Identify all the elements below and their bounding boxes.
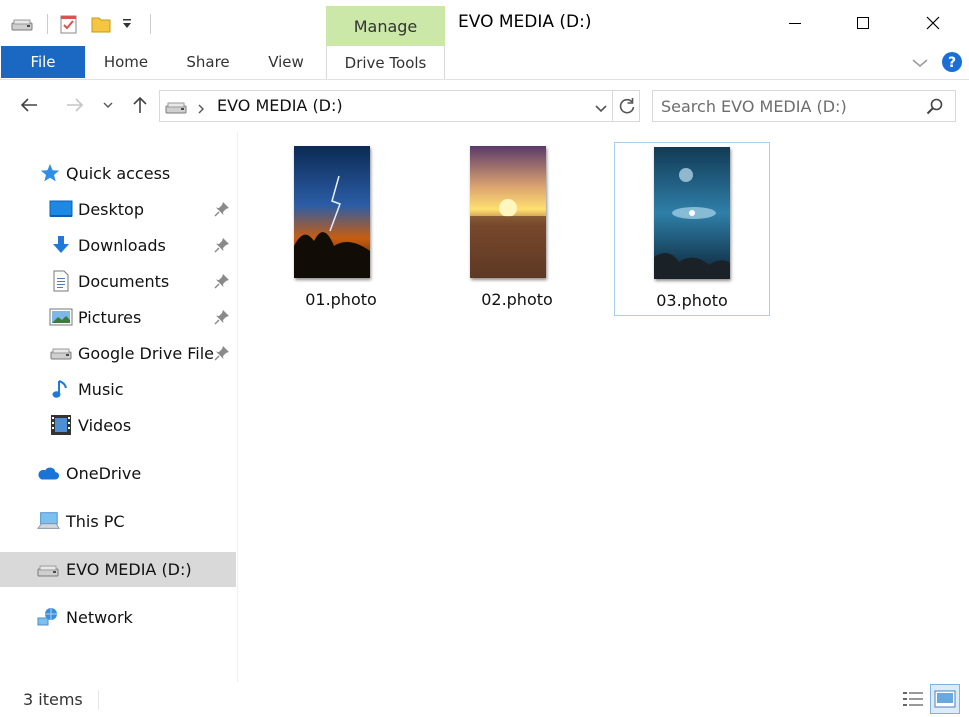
- nav-item-downloads[interactable]: Downloads: [0, 228, 236, 262]
- pin-icon[interactable]: [214, 201, 230, 217]
- nav-quick-access[interactable]: Quick access: [0, 156, 236, 190]
- videos-icon: [49, 413, 73, 437]
- maximize-button[interactable]: [838, 4, 888, 42]
- nav-label: Documents: [78, 271, 170, 291]
- drive-icon: [36, 558, 60, 582]
- nav-item-videos[interactable]: Videos: [0, 408, 236, 442]
- file-name: 03.photo: [656, 291, 728, 310]
- nav-label: Downloads: [78, 235, 166, 255]
- drive-icon[interactable]: [10, 10, 34, 38]
- pictures-icon: [49, 305, 73, 329]
- help-icon[interactable]: ?: [940, 50, 964, 74]
- photo-thumbnail: [470, 146, 546, 278]
- star-icon: [38, 161, 62, 185]
- separator: [98, 690, 99, 710]
- separator: [612, 90, 613, 122]
- downloads-icon: [49, 233, 73, 257]
- nav-item-documents[interactable]: Documents: [0, 264, 236, 298]
- item-count: 3 items: [23, 690, 83, 709]
- file-item[interactable]: 01.photo: [263, 142, 419, 316]
- search-input[interactable]: [661, 95, 911, 117]
- address-bar[interactable]: EVO MEDIA (D:): [159, 90, 640, 122]
- nav-label: Quick access: [66, 163, 171, 183]
- tab-drive-tools[interactable]: Drive Tools: [326, 46, 445, 79]
- file-item[interactable]: 02.photo: [439, 142, 595, 316]
- properties-icon[interactable]: [58, 10, 80, 38]
- nav-item-google-drive[interactable]: Google Drive File: [0, 336, 236, 370]
- window-title: EVO MEDIA (D:): [458, 12, 592, 32]
- file-name: 01.photo: [305, 290, 377, 309]
- customize-toolbar-icon[interactable]: [120, 10, 134, 38]
- drive-icon: [49, 341, 73, 365]
- search-box: [652, 90, 956, 122]
- nav-label: This PC: [66, 511, 125, 531]
- up-button[interactable]: [125, 90, 155, 120]
- nav-label: Pictures: [78, 307, 142, 327]
- title-bar: Manage EVO MEDIA (D:): [0, 0, 969, 46]
- chevron-down-icon[interactable]: [594, 100, 608, 119]
- nav-network[interactable]: Network: [0, 600, 236, 634]
- file-item-selected[interactable]: 03.photo: [614, 142, 770, 316]
- new-folder-icon[interactable]: [90, 10, 112, 38]
- network-icon: [36, 605, 60, 629]
- back-button[interactable]: [14, 90, 44, 120]
- close-button[interactable]: [908, 4, 958, 42]
- nav-label: Videos: [78, 415, 132, 435]
- cloud-icon: [36, 461, 60, 485]
- desktop-icon: [49, 197, 73, 221]
- tab-file[interactable]: File: [1, 46, 85, 78]
- drive-icon: [164, 97, 188, 121]
- pin-icon[interactable]: [214, 345, 230, 361]
- svg-text:?: ?: [948, 55, 956, 71]
- separator: [150, 14, 151, 34]
- nav-item-desktop[interactable]: Desktop: [0, 192, 236, 226]
- breadcrumb[interactable]: EVO MEDIA (D:): [217, 96, 343, 115]
- nav-label: OneDrive: [66, 463, 142, 483]
- computer-icon: [36, 509, 60, 533]
- documents-icon: [49, 269, 73, 293]
- tab-manage[interactable]: Manage: [326, 6, 445, 46]
- nav-label: Google Drive File: [78, 343, 215, 363]
- forward-button[interactable]: [60, 90, 90, 120]
- nav-label: Network: [66, 607, 133, 627]
- expand-ribbon-icon[interactable]: [908, 52, 932, 74]
- nav-label: Desktop: [78, 199, 144, 219]
- search-icon[interactable]: [925, 97, 945, 121]
- navigation-pane: Quick access Desktop Downloads Documents…: [0, 132, 238, 682]
- music-icon: [49, 377, 73, 401]
- pin-icon[interactable]: [214, 273, 230, 289]
- file-name: 02.photo: [481, 290, 553, 309]
- pin-icon[interactable]: [214, 237, 230, 253]
- minimize-button[interactable]: [770, 4, 820, 42]
- photo-thumbnail: [294, 146, 370, 278]
- refresh-icon[interactable]: [617, 96, 637, 120]
- nav-this-pc[interactable]: This PC: [0, 504, 236, 538]
- nav-label: Music: [78, 379, 124, 399]
- nav-item-pictures[interactable]: Pictures: [0, 300, 236, 334]
- ribbon: File Home Share View Drive Tools ?: [0, 46, 969, 80]
- nav-onedrive[interactable]: OneDrive: [0, 456, 236, 490]
- chevron-right-icon[interactable]: [196, 100, 206, 119]
- nav-evo-media[interactable]: EVO MEDIA (D:): [0, 552, 236, 587]
- nav-label: EVO MEDIA (D:): [66, 560, 192, 579]
- details-view-button[interactable]: [898, 684, 928, 714]
- tab-share[interactable]: Share: [178, 46, 238, 78]
- recent-locations-button[interactable]: [95, 90, 121, 120]
- photo-thumbnail: [654, 147, 730, 279]
- separator: [47, 14, 48, 34]
- nav-item-music[interactable]: Music: [0, 372, 236, 406]
- tab-view[interactable]: View: [258, 46, 314, 78]
- pin-icon[interactable]: [214, 309, 230, 325]
- tab-home[interactable]: Home: [96, 46, 156, 78]
- large-icons-view-button[interactable]: [930, 684, 960, 714]
